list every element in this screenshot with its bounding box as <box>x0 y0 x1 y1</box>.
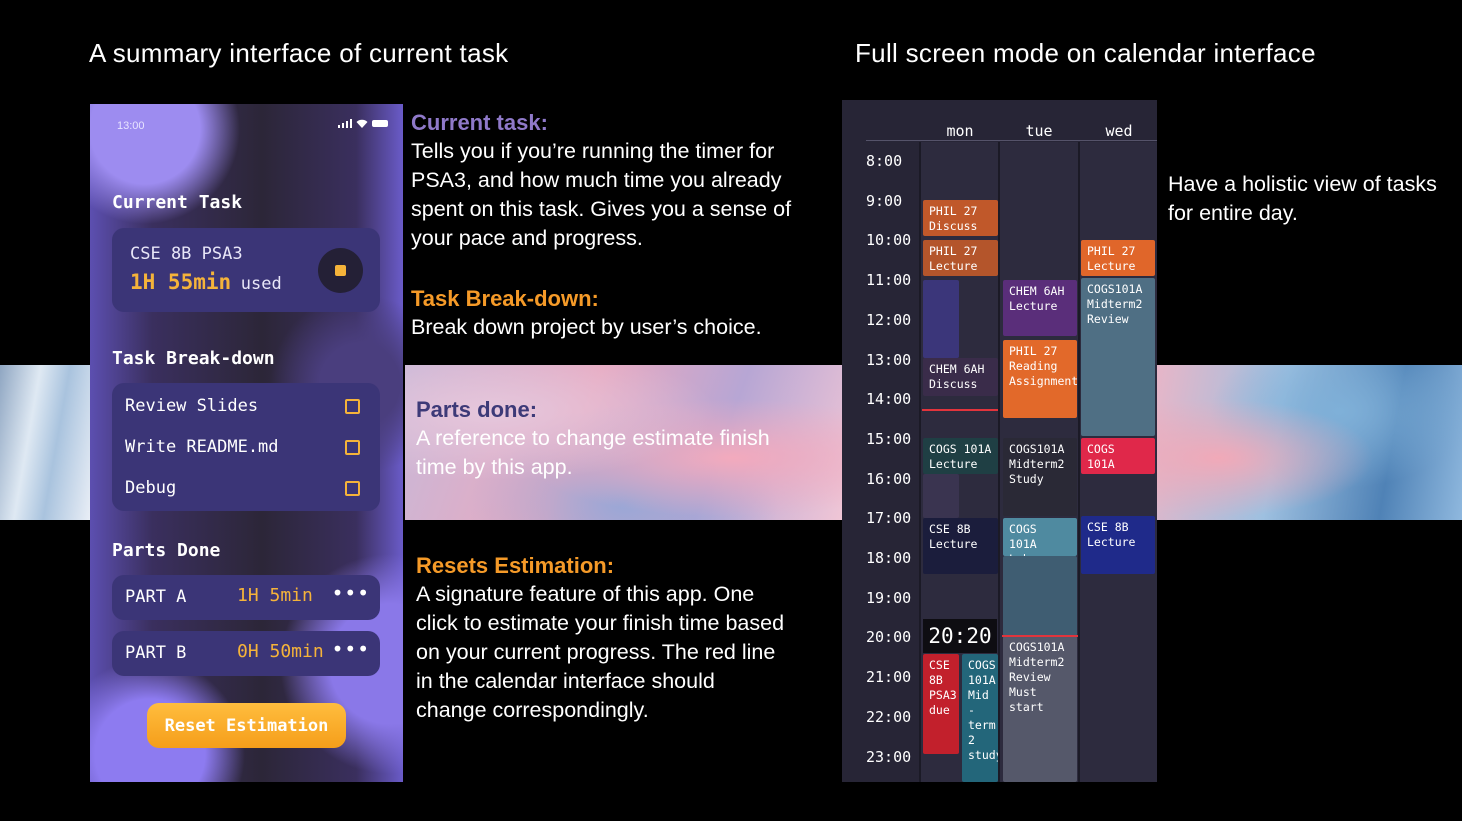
annotation-title: Resets Estimation: <box>416 553 615 578</box>
day-header[interactable]: tue <box>1000 122 1078 140</box>
current-task-title: Current Task <box>112 192 243 213</box>
part-time: 0H 50min <box>237 641 324 662</box>
task-used: 1H 55min used <box>130 270 282 294</box>
part-name: PART A <box>125 587 187 607</box>
heading-summary: A summary interface of current task <box>89 38 509 68</box>
current-time-clock: 20:20 <box>923 619 997 653</box>
part-row[interactable]: PART B 0H 50min ••• <box>112 631 380 676</box>
calendar-event[interactable]: COGS101A Midterm2 Study <box>1003 438 1077 516</box>
task-time-used: 1H 55min <box>130 270 232 294</box>
annotation-current-task: Current task: Tells you if you’re runnin… <box>411 108 836 253</box>
calendar-event[interactable]: CSE 8B Lecture <box>1081 516 1155 574</box>
calendar-event[interactable]: PHIL 27 Reading Assignment <box>1003 340 1077 418</box>
part-row[interactable]: PART A 1H 5min ••• <box>112 575 380 620</box>
column-divider <box>1078 142 1080 782</box>
breakdown-checkbox[interactable] <box>345 399 360 414</box>
hour-label: 18:00 <box>866 549 912 567</box>
status-icons <box>337 119 388 128</box>
header-divider <box>866 140 1157 141</box>
hour-label: 20:00 <box>866 628 912 647</box>
calendar-event[interactable]: PHIL 27 Lecture <box>1081 240 1155 276</box>
hour-label: 9:00 <box>866 191 903 210</box>
calendar-event[interactable]: COGS 101A Mid -term 2 study <box>962 654 998 782</box>
hour-label: 19:00 <box>866 588 912 607</box>
hour-label: 14:00 <box>866 390 912 409</box>
breakdown-item-label: Review Slides <box>125 396 259 416</box>
task-name: CSE 8B PSA3 <box>130 244 243 264</box>
stop-timer-button[interactable] <box>318 248 363 293</box>
annotation-body: Have a holistic view of tasks for entire… <box>1168 172 1437 225</box>
breakdown-card: Review Slides Write README.md Debug <box>112 383 380 511</box>
calendar-event[interactable]: CHEM 6AH Lecture <box>1003 280 1077 336</box>
day-header[interactable]: mon <box>921 122 999 140</box>
hour-label: 13:00 <box>866 350 912 369</box>
annotation-title: Current task: <box>411 110 548 135</box>
calendar-fullscreen: mon tue wed 8:00 9:00 10:00 11:00 12:00 13:00… <box>842 100 1157 782</box>
hour-label: 8:00 <box>866 152 903 170</box>
annotation-title: Task Break-down: <box>411 286 599 311</box>
current-task-card[interactable]: CSE 8B PSA3 1H 55min used <box>112 228 380 312</box>
stop-icon <box>335 265 346 276</box>
status-time: 13:00 <box>117 120 145 132</box>
hour-label: 15:00 <box>866 429 912 448</box>
calendar-event[interactable] <box>923 474 959 518</box>
estimate-line-tue <box>1002 635 1078 637</box>
reset-estimation-button[interactable]: Reset Estimation <box>147 703 346 748</box>
day-header[interactable]: wed <box>1080 122 1157 140</box>
calendar-event[interactable] <box>923 280 959 358</box>
annotation-body: A signature feature of this app. One cli… <box>416 582 785 722</box>
annotation-body: Tells you if you’re running the timer fo… <box>411 139 792 250</box>
parts-done-title: Parts Done <box>112 540 221 561</box>
breakdown-checkbox[interactable] <box>345 481 360 496</box>
calendar-event[interactable]: CHEM 6AH Discuss <box>923 358 998 396</box>
column-divider <box>919 142 921 782</box>
breakdown-item-label: Write README.md <box>125 437 279 457</box>
breakdown-title: Task Break-down <box>112 348 275 369</box>
annotation-breakdown: Task Break-down: Break down project by u… <box>411 284 836 342</box>
calendar-event[interactable]: COGS101A Midterm2 Review Must start <box>1003 636 1077 782</box>
column-divider <box>998 142 1000 782</box>
task-used-label: used <box>240 274 282 294</box>
annotation-parts-done: Parts done: A reference to change estima… <box>416 395 796 482</box>
calendar-event[interactable]: PHIL 27 Lecture <box>923 240 998 276</box>
annotation-body: Break down project by user’s choice. <box>411 315 762 339</box>
wifi-icon <box>356 119 368 128</box>
calendar-event[interactable]: COGS101A Midterm2 Review <box>1081 278 1155 436</box>
breakdown-item-label: Debug <box>125 478 177 498</box>
signal-icon <box>337 119 352 128</box>
more-options-icon[interactable]: ••• <box>332 637 370 661</box>
part-time: 1H 5min <box>237 585 313 606</box>
estimate-line-mon <box>922 409 998 411</box>
breakdown-checkbox[interactable] <box>345 440 360 455</box>
more-options-icon[interactable]: ••• <box>332 581 370 605</box>
calendar-event[interactable]: CSE 8B PSA3 due <box>923 654 959 754</box>
calendar-event[interactable]: COGS 101A Lecture <box>923 438 998 474</box>
hour-label: 17:00 <box>866 509 912 528</box>
hour-label: 11:00 <box>866 271 912 290</box>
heading-calendar: Full screen mode on calendar interface <box>855 38 1316 68</box>
breakdown-item: Write README.md <box>125 437 360 457</box>
hour-label: 16:00 <box>866 469 912 488</box>
calendar-event[interactable] <box>1003 556 1077 636</box>
phone-summary-screen: 13:00 Current Task CSE 8B PSA3 1H 55min … <box>90 104 403 782</box>
annotation-calendar: Have a holistic view of tasks for entire… <box>1168 170 1443 228</box>
breakdown-item: Review Slides <box>125 396 360 416</box>
annotation-body: A reference to change estimate finish ti… <box>416 426 770 479</box>
calendar-event[interactable]: COGS 101A Lab <box>1003 518 1077 556</box>
calendar-event[interactable]: PHIL 27 Discuss <box>923 200 998 236</box>
battery-icon <box>372 120 388 127</box>
hour-label: 23:00 <box>866 747 912 766</box>
calendar-event[interactable]: CSE 8B Lecture <box>923 518 998 574</box>
hour-label: 22:00 <box>866 707 912 726</box>
calendar-event[interactable]: COGS 101A Midterm2 <box>1081 438 1155 474</box>
marble-band-left <box>0 365 90 520</box>
hour-label: 21:00 <box>866 668 912 687</box>
annotation-reset: Resets Estimation: A signature feature o… <box>416 551 786 725</box>
part-name: PART B <box>125 643 187 663</box>
hour-label: 12:00 <box>866 310 912 329</box>
hour-label: 10:00 <box>866 231 912 250</box>
marble-band-right <box>1157 365 1462 520</box>
breakdown-item: Debug <box>125 478 360 498</box>
annotation-title: Parts done: <box>416 397 538 422</box>
